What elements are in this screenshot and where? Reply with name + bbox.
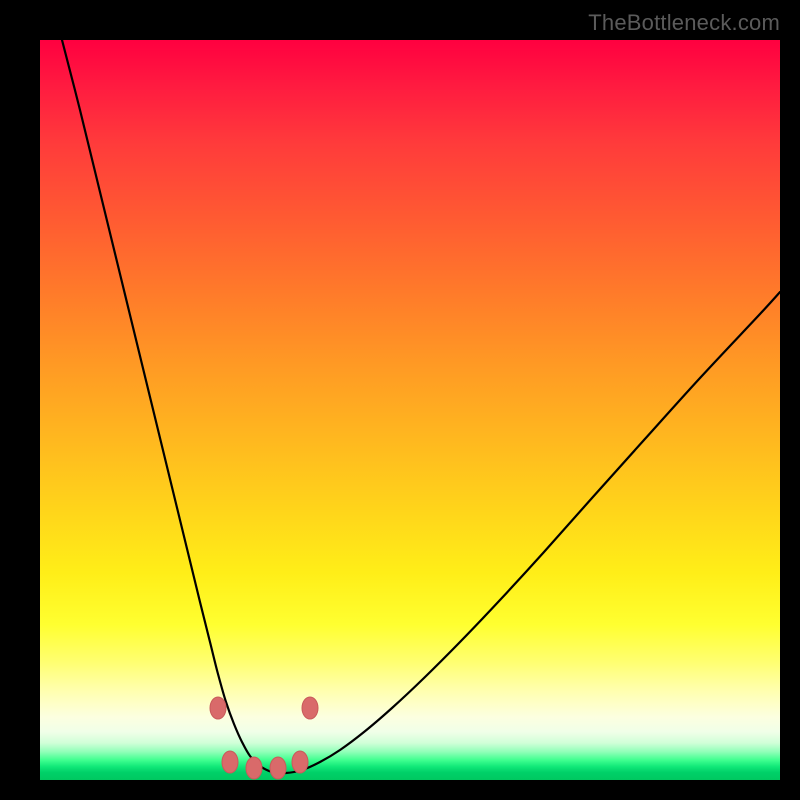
chart-frame: TheBottleneck.com <box>0 0 800 800</box>
root-marker <box>222 751 238 773</box>
root-markers <box>210 697 318 779</box>
root-marker <box>210 697 226 719</box>
curve-svg <box>40 40 780 780</box>
watermark-text: TheBottleneck.com <box>588 10 780 36</box>
root-marker <box>270 757 286 779</box>
root-marker <box>246 757 262 779</box>
bottleneck-curve <box>62 40 780 773</box>
root-marker <box>302 697 318 719</box>
plot-area <box>40 40 780 780</box>
root-marker <box>292 751 308 773</box>
